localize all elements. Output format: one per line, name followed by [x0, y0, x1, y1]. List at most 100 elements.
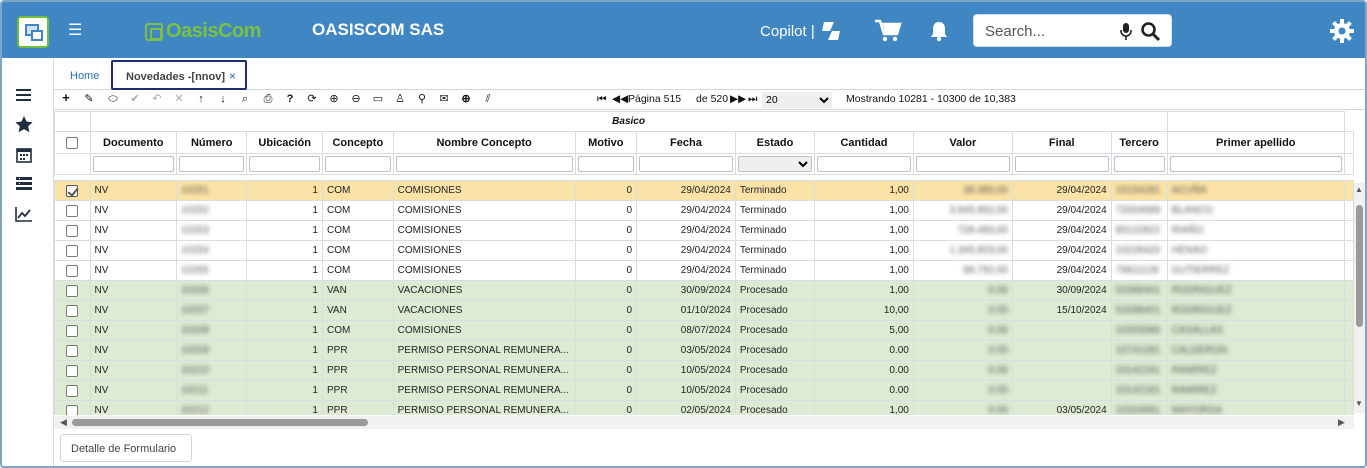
- pin-icon[interactable]: ⚲: [415, 93, 429, 106]
- row-checkbox[interactable]: [66, 284, 79, 297]
- tag-icon[interactable]: ⬭: [106, 93, 120, 106]
- row-checkbox[interactable]: [66, 244, 79, 257]
- print-icon[interactable]: ⎙: [261, 93, 275, 106]
- column-header-concepto[interactable]: Concepto: [321, 131, 394, 154]
- gear-icon[interactable]: [1329, 18, 1355, 44]
- check-icon[interactable]: ✔: [128, 93, 142, 106]
- filter-documento-input[interactable]: [92, 156, 175, 172]
- search-icon[interactable]: [1140, 21, 1161, 42]
- horizontal-scrollbar[interactable]: ◀ ▶: [54, 416, 1354, 429]
- last-page-icon[interactable]: ⏭: [748, 93, 757, 106]
- copilot-icon[interactable]: [818, 20, 844, 42]
- tab-home[interactable]: Home: [70, 70, 99, 82]
- filter-nombre-input[interactable]: [395, 156, 573, 172]
- chart-line-icon[interactable]: [14, 205, 34, 223]
- user-icon[interactable]: ♙: [393, 93, 407, 106]
- help-icon[interactable]: ?: [283, 93, 297, 106]
- zoom-out-icon[interactable]: ⊖: [349, 93, 363, 106]
- refresh-icon[interactable]: ⟳: [305, 93, 319, 106]
- column-header-numero[interactable]: Número: [176, 131, 248, 154]
- row-checkbox[interactable]: [66, 384, 79, 397]
- horizontal-scroll-thumb[interactable]: [72, 419, 368, 426]
- add-icon[interactable]: +: [59, 91, 73, 104]
- scroll-down-icon[interactable]: ▼: [1355, 399, 1363, 408]
- filter-estado-select[interactable]: [737, 156, 813, 172]
- row-checkbox[interactable]: [66, 404, 79, 415]
- mail-icon[interactable]: ✉: [437, 93, 451, 106]
- filter-valor-input[interactable]: [915, 156, 1010, 172]
- copilot-label[interactable]: Copilot |: [760, 23, 815, 40]
- filter-tercero-input[interactable]: [1113, 156, 1165, 172]
- table-row[interactable]: NV 10207 1 VAN VACACIONES 0 01/10/2024 Procesad…: [54, 300, 1354, 321]
- report-list-icon[interactable]: [14, 175, 34, 193]
- row-checkbox[interactable]: [66, 204, 79, 217]
- filter-concepto-input[interactable]: [324, 156, 391, 172]
- scroll-up-icon[interactable]: ▲: [1355, 185, 1363, 194]
- vertical-scrollbar[interactable]: ▲ ▼: [1354, 183, 1365, 413]
- prev-page-icon[interactable]: ◀◀: [612, 93, 628, 105]
- column-header-nombre[interactable]: Nombre Concepto: [392, 131, 576, 154]
- column-header-motivo[interactable]: Motivo: [574, 131, 638, 154]
- bell-icon[interactable]: [929, 20, 949, 42]
- column-header-ubicacion[interactable]: Ubicación: [246, 131, 323, 154]
- filter-motivo-input[interactable]: [577, 156, 635, 172]
- arrow-down-icon[interactable]: ↓: [216, 93, 230, 106]
- app-launcher-icon[interactable]: [17, 16, 49, 48]
- table-row[interactable]: NV 10210 1 PPR PERMISO PERSONAL REMUNERA... 0…: [54, 360, 1354, 381]
- delete-icon[interactable]: ✕: [172, 93, 186, 106]
- table-row[interactable]: NV 10206 1 VAN VACACIONES 0 30/09/2024 Procesad…: [54, 280, 1354, 301]
- list-menu-icon[interactable]: [14, 86, 34, 104]
- next-page-icon[interactable]: ▶▶: [730, 93, 746, 105]
- table-row[interactable]: NV 10209 1 PPR PERMISO PERSONAL REMUNERA... 0…: [54, 340, 1354, 361]
- table-row[interactable]: NV 10251 1 COM COMISIONES 0 29/04/2024 Terminad…: [54, 180, 1354, 201]
- arrow-up-icon[interactable]: ↑: [194, 93, 208, 106]
- first-page-icon[interactable]: ⏮: [597, 93, 606, 106]
- resize-icon[interactable]: ⫽: [481, 93, 495, 106]
- select-all-checkbox[interactable]: [54, 131, 91, 154]
- comment-icon[interactable]: ▭: [371, 93, 385, 106]
- search-input[interactable]: [985, 22, 1115, 40]
- zoom-in-icon[interactable]: ⊕: [327, 93, 341, 106]
- find-icon[interactable]: ⌕: [238, 93, 252, 106]
- row-checkbox[interactable]: [66, 224, 79, 237]
- column-header-documento[interactable]: Documento: [89, 131, 178, 154]
- column-header-fecha[interactable]: Fecha: [636, 131, 736, 154]
- row-checkbox[interactable]: [66, 264, 79, 277]
- column-header-estado[interactable]: Estado: [734, 131, 816, 154]
- column-header-valor[interactable]: Valor: [912, 131, 1013, 154]
- microphone-icon[interactable]: [1119, 22, 1133, 41]
- add-circle-icon[interactable]: ⊕: [459, 93, 473, 106]
- filter-numero-input[interactable]: [179, 156, 245, 172]
- row-checkbox[interactable]: [66, 344, 79, 357]
- column-header-cantidad[interactable]: Cantidad: [814, 131, 914, 154]
- star-icon[interactable]: [14, 115, 34, 133]
- column-header-apellido[interactable]: Primer apellido: [1166, 131, 1346, 154]
- row-checkbox[interactable]: [66, 364, 79, 377]
- undo-icon[interactable]: ↶: [150, 93, 164, 106]
- filter-ubicacion-input[interactable]: [249, 156, 320, 172]
- table-row[interactable]: NV 10208 1 COM COMISIONES 0 08/07/2024 Procesad…: [54, 320, 1354, 341]
- page-size-select[interactable]: 20: [762, 92, 832, 108]
- table-row[interactable]: NV 10255 1 COM COMISIONES 0 29/04/2024 Terminad…: [54, 260, 1354, 281]
- filter-apellido-input[interactable]: [1169, 156, 1342, 172]
- scroll-right-icon[interactable]: ▶: [1338, 417, 1345, 428]
- column-header-final[interactable]: Final: [1011, 131, 1112, 154]
- edit-icon[interactable]: ✎: [82, 93, 96, 106]
- scroll-left-icon[interactable]: ◀: [60, 417, 67, 428]
- column-header-tercero[interactable]: Tercero: [1110, 131, 1168, 154]
- table-row[interactable]: NV 10212 1 PPR PERMISO PERSONAL REMUNERA... 0…: [54, 400, 1354, 415]
- tab-detalle-formulario[interactable]: Detalle de Formulario: [60, 434, 192, 462]
- table-row[interactable]: NV 10253 1 COM COMISIONES 0 29/04/2024 Terminad…: [54, 220, 1354, 241]
- table-row[interactable]: NV 10254 1 COM COMISIONES 0 29/04/2024 Terminad…: [54, 240, 1354, 261]
- row-checkbox[interactable]: [66, 324, 79, 337]
- menu-icon[interactable]: ☰: [68, 23, 82, 39]
- table-row[interactable]: NV 10252 1 COM COMISIONES 0 29/04/2024 Terminad…: [54, 200, 1354, 221]
- page-label[interactable]: Página 515: [628, 93, 681, 105]
- filter-cantidad-input[interactable]: [817, 156, 911, 172]
- close-tab-icon[interactable]: ×: [229, 69, 236, 83]
- filter-fecha-input[interactable]: [639, 156, 733, 172]
- cart-icon[interactable]: [874, 19, 902, 43]
- tab-novedades[interactable]: Novedades -[nnov] ×: [111, 60, 247, 90]
- row-checkbox[interactable]: [66, 184, 79, 197]
- calendar-icon[interactable]: [14, 146, 34, 164]
